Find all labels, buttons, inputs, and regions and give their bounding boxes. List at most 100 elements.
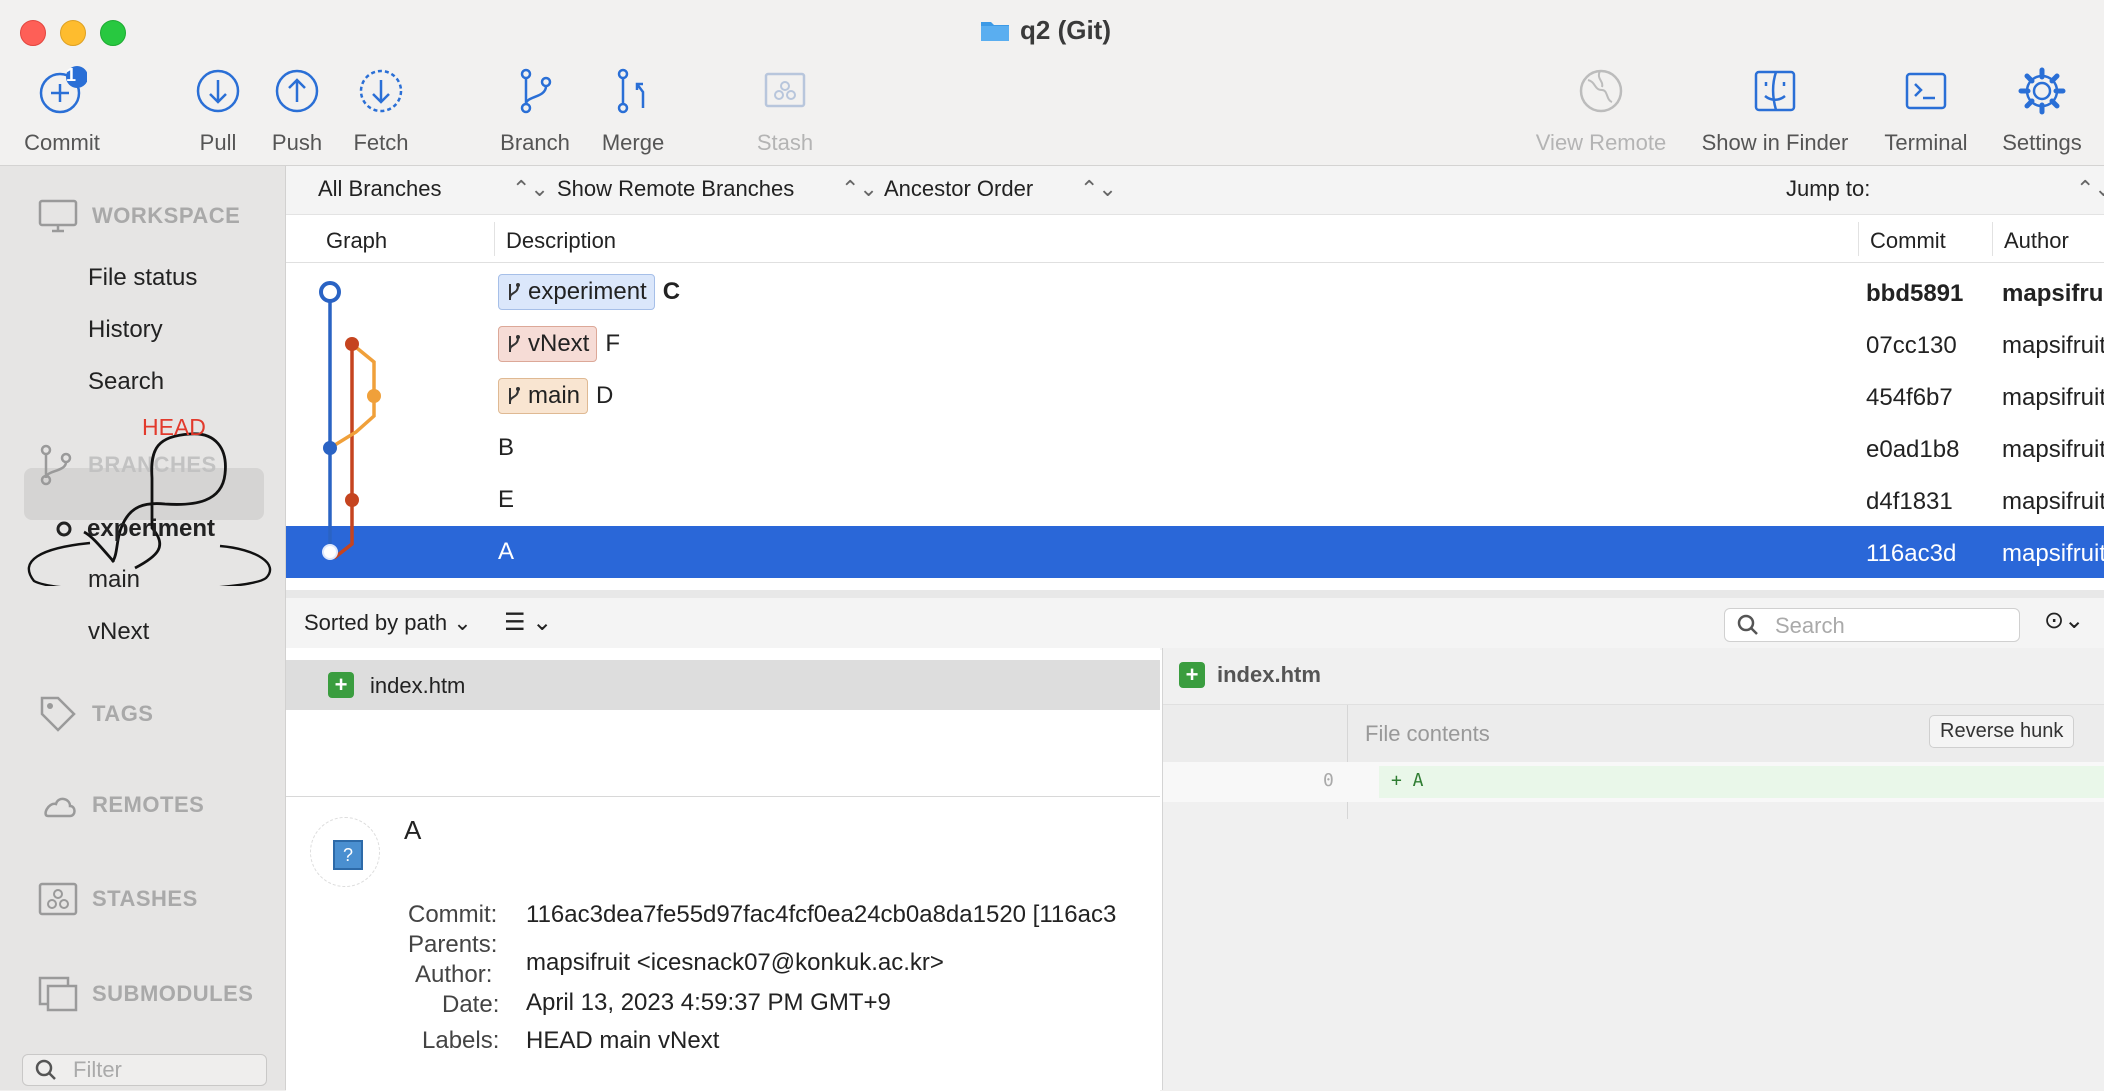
stash-icon [764,72,806,108]
column-graph[interactable]: Graph [326,228,387,254]
jump-to-label[interactable]: Jump to: [1786,176,1870,202]
sidebar: WORKSPACE File status History Search BRA… [0,166,286,1090]
pull-label: Pull [199,130,237,155]
avatar: ? [310,817,380,887]
history-filters-bar: All Branches ⌃⌄ Show Remote Branches ⌃⌄ … [286,166,2104,215]
diff-line: 0 + A [1163,762,2104,802]
remote-branches-select[interactable]: Show Remote Branches [557,176,794,202]
commit-description: F [605,330,621,357]
commit-hash: e0ad1b8 [1866,436,1960,463]
submodules-label: SUBMODULES [92,981,254,1006]
commit-graph [319,281,381,560]
cloud-icon [44,797,76,818]
commit-description: E [498,486,515,513]
commit-row[interactable]: experiment C bbd5891 mapsifruit [286,266,2104,318]
sort-label: Sorted by path [304,610,448,635]
commit-description: C [662,278,681,305]
branch-tag-label: vNext [528,330,590,357]
commit-row[interactable]: main D 454f6b7 mapsifruit [286,370,2104,422]
sidebar-section-workspace[interactable]: WORKSPACE [38,199,240,233]
column-separator [1992,222,1993,256]
sidebar-section-submodules[interactable]: SUBMODULES [38,976,253,1012]
all-branches-select[interactable]: All Branches [318,176,442,202]
branch-icon [509,387,520,404]
commit-hash: d4f1831 [1866,488,1953,515]
labels-label: Labels: [422,1027,500,1054]
diff-header: + index.htm [1163,648,2104,702]
submodule-icon [38,976,78,1012]
select-arrows-icon: ⌃⌄ [2076,176,2104,201]
more-options-icon[interactable]: ⊙⌄ [2044,606,2084,635]
commit-author: mapsifruit [2002,436,2104,463]
reverse-hunk-button[interactable]: Reverse hunk [1929,715,2075,748]
merge-label: Merge [601,130,665,155]
view-remote-label: View Remote [1535,130,1667,155]
minimize-window-button[interactable] [60,20,86,46]
added-file-icon: + [328,672,354,698]
column-separator [494,222,495,256]
stashes-label: STASHES [92,886,198,911]
fetch-icon [359,69,403,113]
commit-author: mapsifruit [2002,488,2104,515]
sidebar-item-experiment[interactable]: experiment [55,515,215,543]
file-list-item[interactable]: + index.htm [286,660,1160,710]
head-annotation-text: HEAD [142,414,206,440]
branch-tag-main[interactable]: main [498,378,589,414]
zoom-window-button[interactable] [100,20,126,46]
toolbar: q2 (Git) 1 Commit Pull Push Fetch Branch… [0,0,2104,166]
merge-icon [617,68,645,114]
sidebar-section-tags[interactable]: TAGS [38,694,153,734]
sidebar-item-vnext[interactable]: vNext [88,618,149,646]
list-view-icon[interactable]: ☰ ⌄ [504,608,552,637]
branch-icon [509,335,520,352]
push-icon [275,69,319,113]
line-number: 0 [1323,770,1334,791]
column-commit[interactable]: Commit [1870,228,1946,254]
pull-icon [196,69,240,113]
commit-row-selected[interactable]: A 116ac3d mapsifruit [286,526,2104,578]
commit-row[interactable]: B e0ad1b8 mapsifruit [286,422,2104,474]
date-label: Date: [442,991,500,1018]
sidebar-item-file-status[interactable]: File status [88,264,197,292]
commit-badge: 1 [66,65,77,85]
select-arrows-icon: ⌃⌄ [1080,176,1117,201]
globe-icon [1579,69,1623,113]
sidebar-filter-input[interactable]: Filter [22,1054,267,1086]
commit-description: A [498,538,515,565]
commit-hash: bbd5891 [1866,280,1964,307]
close-window-button[interactable] [20,20,46,46]
search-icon [35,1059,56,1080]
commit-row[interactable]: vNext F 07cc130 mapsifruit [286,318,2104,370]
tag-icon [40,696,76,732]
workspace-label: WORKSPACE [92,203,241,228]
branch-label: Branch [500,130,570,155]
branch-tag-experiment[interactable]: experiment [498,274,655,310]
remotes-label: REMOTES [92,792,205,817]
gear-icon [2018,67,2066,115]
current-branch-icon [56,521,72,537]
commit-row[interactable]: E d4f1831 mapsifruit [286,474,2104,526]
stash-icon [38,882,78,916]
commit-label: Commit [24,130,100,155]
branch-tag-label: experiment [528,278,647,305]
branch-icon [509,283,520,300]
commit-sha: 116ac3dea7fe55d97fac4fcf0ea24cb0a8da1520… [526,901,1117,928]
branch-tag-vnext[interactable]: vNext [498,326,598,362]
column-description[interactable]: Description [506,228,616,254]
file-search-input[interactable]: Search [1724,608,2020,642]
terminal-icon [1905,72,1947,110]
sidebar-item-history[interactable]: History [88,316,163,344]
diff-panel: + index.htm File contents Reverse hunk 0… [1162,648,2104,1090]
tags-label: TAGS [92,701,154,726]
sidebar-section-stashes[interactable]: STASHES [38,882,198,916]
column-author[interactable]: Author [2004,228,2069,254]
app-window: q2 (Git) 1 Commit Pull Push Fetch Branch… [0,0,2104,1091]
sidebar-item-main[interactable]: main [88,566,140,594]
ancestor-order-select[interactable]: Ancestor Order [884,176,1033,202]
select-arrows-icon: ⌃⌄ [841,176,878,201]
sort-select[interactable]: Sorted by path ⌄ [304,610,472,636]
settings-label: Settings [2002,130,2082,155]
branch-experiment-label: experiment [87,515,216,542]
sidebar-section-remotes[interactable]: REMOTES [38,790,204,820]
push-label: Push [271,130,323,155]
